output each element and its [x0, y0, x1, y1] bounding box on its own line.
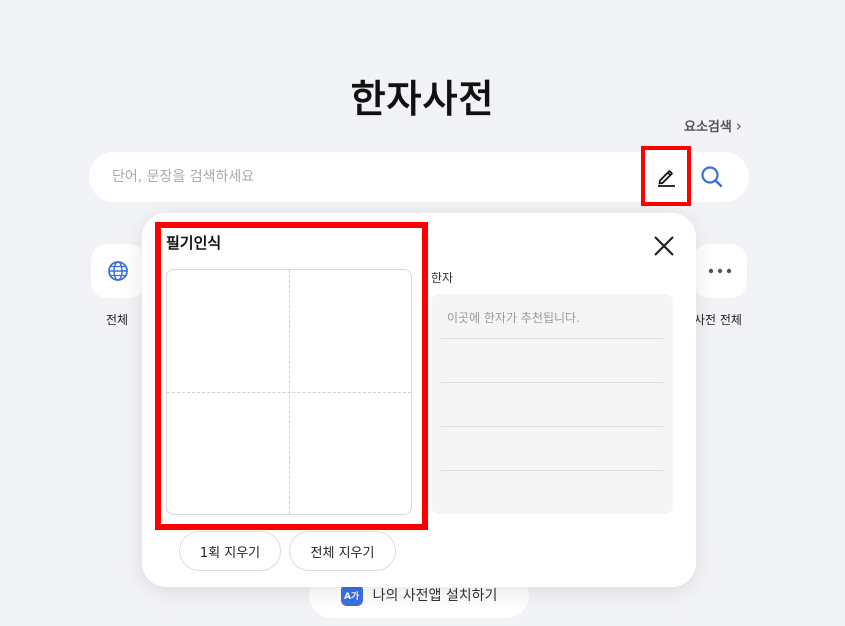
search-button[interactable] [696, 161, 728, 193]
clear-all-button[interactable]: 전체 지우기 [289, 531, 396, 571]
close-button[interactable] [650, 232, 678, 260]
close-icon [654, 236, 674, 256]
pen-icon [658, 170, 675, 187]
component-search-link[interactable]: 요소검색 › [684, 116, 742, 136]
component-search-label: 요소검색 [684, 120, 732, 135]
handwriting-highlight: 필기인식 [155, 222, 428, 530]
page-title: 한자사전 [350, 77, 495, 121]
install-app-label: 나의 사전앱 설치하기 [372, 588, 498, 604]
result-divider [441, 426, 663, 427]
search-icon [701, 166, 723, 188]
handwriting-button[interactable] [641, 146, 691, 206]
app-icon: A가 [340, 584, 363, 606]
result-label: 한자 [431, 271, 454, 285]
hanja-result-list: 이곳에 한자가 추천됩니다. [431, 294, 673, 514]
result-placeholder: 이곳에 한자가 추천됩니다. [447, 311, 580, 325]
canvas-guide-horizontal [167, 392, 411, 393]
result-divider [441, 470, 663, 471]
category-all-button[interactable] [91, 244, 145, 298]
search-input[interactable] [112, 152, 632, 202]
result-divider [441, 338, 663, 339]
category-more-label: 사전 전체 [694, 313, 742, 327]
globe-icon [108, 261, 128, 281]
more-icon [708, 268, 732, 274]
handwriting-title: 필기인식 [166, 234, 222, 252]
undo-stroke-button[interactable]: 1획 지우기 [179, 531, 281, 571]
category-more-button[interactable] [693, 244, 747, 298]
result-divider [441, 382, 663, 383]
chevron-right-icon: › [735, 116, 742, 135]
handwriting-canvas[interactable] [166, 269, 412, 515]
handwriting-panel: 필기인식 한자 이곳에 한자가 추천됩니다. 1획 지우기 전체 지우기 [142, 213, 696, 587]
category-all-label: 전체 [106, 313, 129, 327]
